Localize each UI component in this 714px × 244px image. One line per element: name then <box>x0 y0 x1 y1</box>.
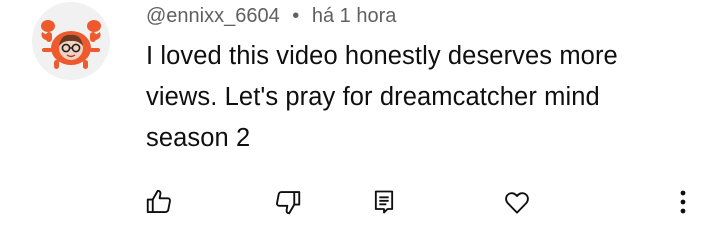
separator-dot: • <box>292 5 300 27</box>
reply-button[interactable] <box>364 182 404 222</box>
more-vertical-icon <box>680 190 686 214</box>
reply-icon <box>374 190 394 214</box>
author-name[interactable]: @ennixx_6604 <box>146 5 280 27</box>
like-button[interactable] <box>139 182 179 222</box>
heart-icon <box>505 192 529 214</box>
avatar[interactable] <box>32 2 110 80</box>
timestamp[interactable]: há 1 hora <box>312 5 397 27</box>
comment-text: I loved this video honestly deserves mor… <box>146 42 618 152</box>
comment-actions <box>0 182 714 222</box>
heart-button[interactable] <box>497 182 537 222</box>
crab-avatar-icon <box>41 20 101 69</box>
dislike-button[interactable] <box>268 182 308 222</box>
more-options-button[interactable] <box>663 182 703 222</box>
thumbs-down-icon <box>276 191 301 215</box>
comment-header: @ennixx_6604 • há 1 hora <box>146 3 396 29</box>
comment-thread: @ennixx_6604 • há 1 hora I loved this vi… <box>0 0 714 244</box>
thumbs-up-icon <box>146 189 171 213</box>
